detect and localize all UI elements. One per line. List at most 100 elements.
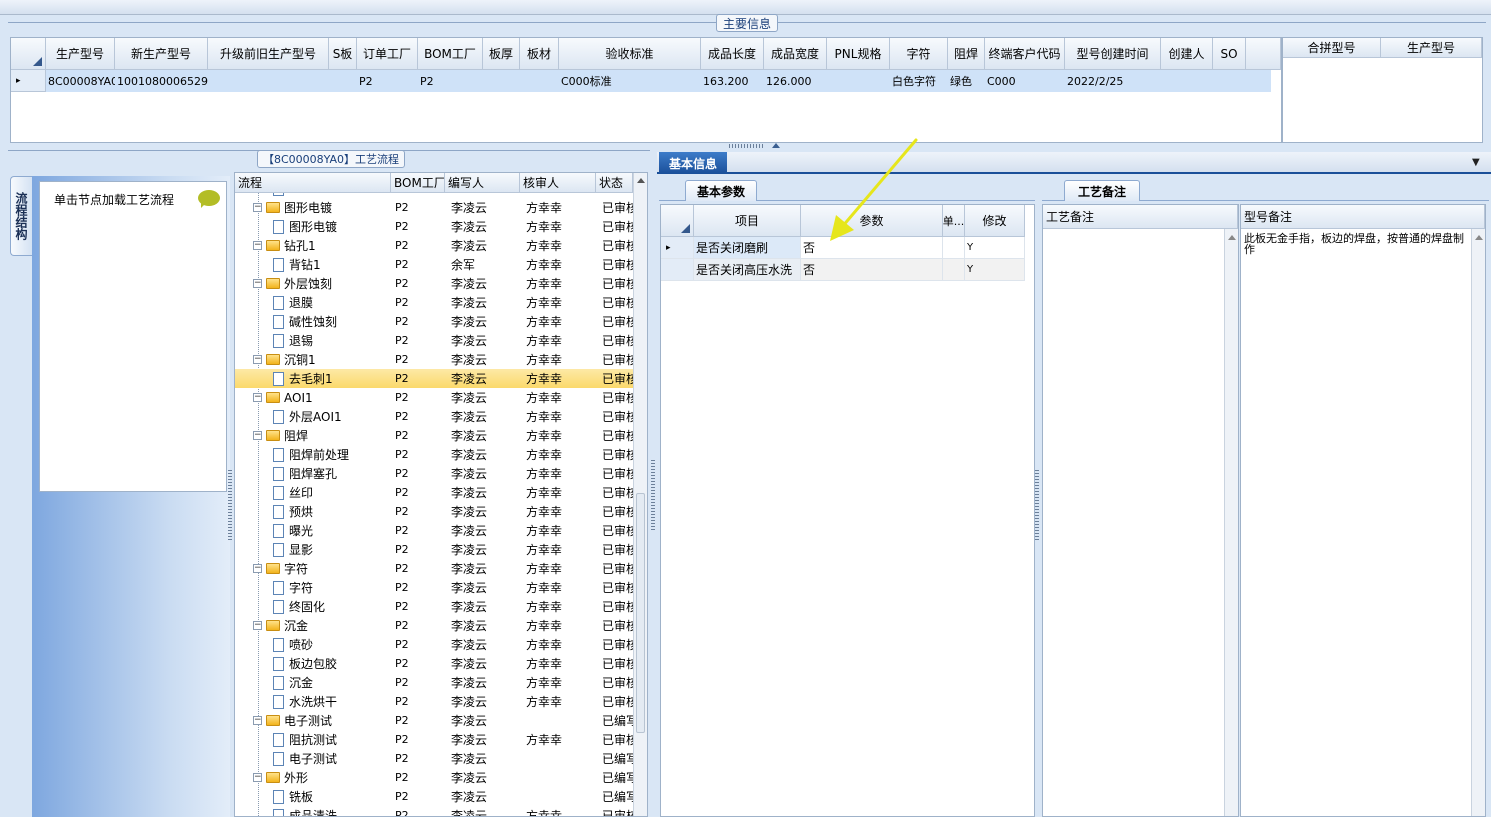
collapse-icon[interactable]: − <box>253 355 262 364</box>
cell-production-model[interactable]: 8C00008YA0 <box>46 70 115 92</box>
col-reviewer[interactable]: 核审人 <box>520 173 596 193</box>
col-s-board[interactable]: S板 <box>329 38 357 70</box>
tab-flow-structure[interactable]: 流程结构 <box>10 176 32 256</box>
col-bom-factory[interactable]: BOM工厂 <box>418 38 483 70</box>
cell-item[interactable]: 是否关闭高压水洗 <box>694 259 801 281</box>
scroll-up-icon[interactable] <box>1228 235 1236 240</box>
cell-item[interactable]: 是否关闭磨刷 <box>694 237 801 259</box>
cell-silkscreen[interactable]: 白色字符 <box>890 70 948 92</box>
col-solder-mask[interactable]: 阻焊 <box>948 38 985 70</box>
cell-old-production-model[interactable] <box>208 70 329 92</box>
cell-product-width[interactable]: 126.000 <box>764 70 827 92</box>
tree-node[interactable]: 字符 P2 李凌云 方幸幸 已审核 <box>235 578 635 597</box>
col-pnl-spec[interactable]: PNL规格 <box>827 38 890 70</box>
col-silkscreen[interactable]: 字符 <box>890 38 948 70</box>
tree-node[interactable]: 碱性蚀刻 P2 李凌云 方幸幸 已审核 <box>235 312 635 331</box>
tree-node[interactable]: − 钻孔1 P2 李凌云 方幸幸 已审核 <box>235 236 635 255</box>
cell-s-board[interactable] <box>329 70 357 92</box>
tree-node[interactable]: 板边包胶 P2 李凌云 方幸幸 已审核 <box>235 654 635 673</box>
collapse-up-icon[interactable] <box>772 143 780 148</box>
tree-node[interactable]: 显影 P2 李凌云 方幸幸 已审核 <box>235 540 635 559</box>
process-note-scrollbar[interactable] <box>1224 229 1238 816</box>
tree-body[interactable]: − 图形电镀 P2 李凌云 方幸幸 已审核 图形电镀 P2 李凌云 方幸幸 已审核 − 钻孔1 P2 李凌云… <box>235 193 635 816</box>
col-bom-factory[interactable]: BOM工厂 <box>391 173 445 193</box>
tree-node[interactable]: 喷砂 P2 李凌云 方幸幸 已审核 <box>235 635 635 654</box>
process-flow-tree[interactable]: 流程 BOM工厂 编写人 核审人 状态 − 图形电镀 P2 李凌云 方幸幸 已审核 图形电镀 P2 李凌… <box>234 172 648 817</box>
collapse-icon[interactable]: − <box>253 621 262 630</box>
grid-corner[interactable] <box>11 38 46 70</box>
cell-board-material[interactable] <box>520 70 559 92</box>
col-flow[interactable]: 流程 <box>235 173 391 193</box>
tree-node[interactable]: 电子测试 P2 李凌云 已编写 <box>235 749 635 768</box>
col-board-thickness[interactable]: 板厚 <box>483 38 520 70</box>
tree-node[interactable]: 去毛刺1 P2 李凌云 方幸幸 已审核 <box>235 369 635 388</box>
model-note-box[interactable]: 型号备注 此板无金手指，板边的焊盘，按普通的焊盘制作 <box>1240 204 1486 817</box>
tree-node[interactable]: 背钻1 P2 余军 方幸幸 已审核 <box>235 255 635 274</box>
collapse-icon[interactable]: − <box>253 241 262 250</box>
scroll-up-icon[interactable] <box>637 178 645 183</box>
cell-order-factory[interactable]: P2 <box>357 70 418 92</box>
cell-creator[interactable] <box>1161 70 1213 92</box>
col-unit[interactable]: 单... <box>943 205 965 237</box>
cell-unit[interactable] <box>943 237 965 259</box>
cell-modify[interactable]: Y <box>965 237 1025 259</box>
tree-node[interactable]: 成品清洗 P2 李凌云 方幸幸 已审核 <box>235 806 635 816</box>
col-product-length[interactable]: 成品长度 <box>701 38 764 70</box>
cell-bom-factory[interactable]: P2 <box>418 70 483 92</box>
tree-node[interactable]: 退锡 P2 李凌云 方幸幸 已审核 <box>235 331 635 350</box>
tree-node[interactable]: − AOI1 P2 李凌云 方幸幸 已审核 <box>235 388 635 407</box>
tree-node[interactable]: 图形电镀 P2 李凌云 方幸幸 已审核 <box>235 217 635 236</box>
tree-node[interactable]: 沉金 P2 李凌云 方幸幸 已审核 <box>235 673 635 692</box>
tree-node[interactable]: − 图形电镀 P2 李凌云 方幸幸 已审核 <box>235 198 635 217</box>
basic-params-grid[interactable]: 项目 参数 单... 修改 ▸ 是否关闭磨刷否 Y 是否关闭高压水洗否 Y <box>660 204 1035 817</box>
cell-new-production-model[interactable]: 10010800065299 <box>115 70 208 92</box>
tree-node[interactable]: − 阻焊 P2 李凌云 方幸幸 已审核 <box>235 426 635 445</box>
splitter-grip-mid[interactable] <box>651 460 655 530</box>
tree-node[interactable]: 预烘 P2 李凌云 方幸幸 已审核 <box>235 502 635 521</box>
cell-param[interactable]: 否 <box>801 259 943 281</box>
tab-process-notes[interactable]: 工艺备注 <box>1064 180 1140 201</box>
scroll-up-icon[interactable] <box>1475 235 1483 240</box>
tree-node[interactable]: 曝光 P2 李凌云 方幸幸 已审核 <box>235 521 635 540</box>
process-note-box[interactable]: 工艺备注 <box>1042 204 1239 817</box>
tree-scroll-thumb[interactable] <box>636 493 645 733</box>
col-order-factory[interactable]: 订单工厂 <box>357 38 418 70</box>
col-so[interactable]: SO <box>1213 38 1246 70</box>
tree-node[interactable]: − 电子测试 P2 李凌云 已编写 <box>235 711 635 730</box>
col-product-width[interactable]: 成品宽度 <box>764 38 827 70</box>
main-info-grid[interactable]: 生产型号 新生产型号 升级前旧生产型号 S板 订单工厂 BOM工厂 板厚 板材 验收标准 成品长度… <box>10 37 1282 143</box>
tree-node[interactable]: 外层AOI1 P2 李凌云 方幸幸 已审核 <box>235 407 635 426</box>
tab-basic-info[interactable]: 基本信息 <box>659 152 727 174</box>
cell-model-create-time[interactable]: 2022/2/25 <box>1065 70 1161 92</box>
tree-node[interactable]: 阻抗测试 P2 李凌云 方幸幸 已审核 <box>235 730 635 749</box>
tree-scrollbar[interactable] <box>633 173 647 816</box>
params-grid-corner[interactable] <box>661 205 694 237</box>
col-item[interactable]: 项目 <box>694 205 801 237</box>
cell-end-customer-code[interactable]: C000 <box>985 70 1065 92</box>
cell-solder-mask[interactable]: 绿色 <box>948 70 985 92</box>
tree-node[interactable]: − 外层蚀刻 P2 李凌云 方幸幸 已审核 <box>235 274 635 293</box>
col-production-model[interactable]: 生产型号 <box>46 38 115 70</box>
cell-modify[interactable]: Y <box>965 259 1025 281</box>
collapse-icon[interactable]: − <box>253 393 262 402</box>
col-creator[interactable]: 创建人 <box>1161 38 1213 70</box>
col-old-production-model[interactable]: 升级前旧生产型号 <box>208 38 329 70</box>
collapse-icon[interactable]: − <box>253 203 262 212</box>
row-indicator-icon[interactable]: ▸ <box>661 237 694 259</box>
splitter-grip-right[interactable] <box>1035 470 1039 540</box>
col-board-material[interactable]: 板材 <box>520 38 559 70</box>
col-end-customer-code[interactable]: 终端客户代码 <box>985 38 1065 70</box>
collapse-icon[interactable]: − <box>253 279 262 288</box>
splitter-grip-top[interactable] <box>729 144 763 148</box>
col-model-create-time[interactable]: 型号创建时间 <box>1065 38 1161 70</box>
tree-node[interactable]: − 字符 P2 李凌云 方幸幸 已审核 <box>235 559 635 578</box>
tree-node[interactable]: − 外形 P2 李凌云 已编写 <box>235 768 635 787</box>
tree-node[interactable]: 铣板 P2 李凌云 已编写 <box>235 787 635 806</box>
cell-product-length[interactable]: 163.200 <box>701 70 764 92</box>
col-writer[interactable]: 编写人 <box>445 173 520 193</box>
main-info-row[interactable]: 8C00008YA0 10010800065299 P2 P2 C000标准 163.20… <box>46 70 1271 92</box>
cell-unit[interactable] <box>943 259 965 281</box>
tree-node[interactable]: 水洗烘干 P2 李凌云 方幸幸 已审核 <box>235 692 635 711</box>
merge-model-grid[interactable]: 合拼型号 生产型号 <box>1282 37 1483 143</box>
cell-pnl-spec[interactable] <box>827 70 890 92</box>
